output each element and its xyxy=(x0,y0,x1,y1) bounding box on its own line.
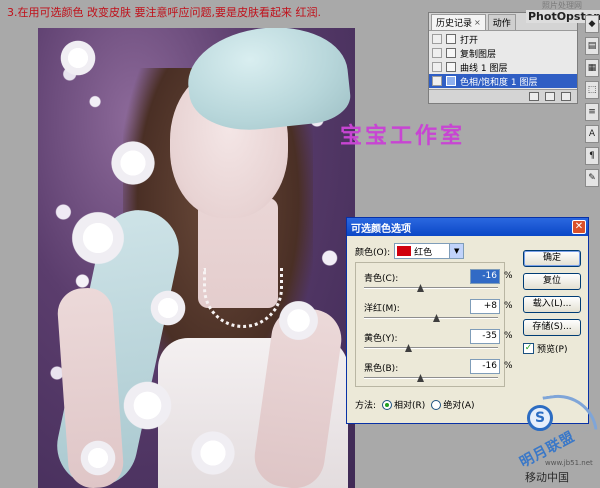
brushes-icon[interactable]: ✎ xyxy=(585,169,599,187)
snapshot-checkbox[interactable] xyxy=(432,48,442,58)
history-item-label: 色相/饱和度 1 图层 xyxy=(460,77,538,88)
snapshot-checkbox[interactable] xyxy=(432,62,442,72)
magenta-unit: % xyxy=(504,301,513,311)
photo-canvas[interactable] xyxy=(38,28,355,488)
history-item-label: 曲线 1 图层 xyxy=(460,63,508,74)
character-icon[interactable]: A xyxy=(585,125,599,143)
navigator-icon[interactable]: ◆ xyxy=(585,15,599,33)
method-relative-label: 相对(R) xyxy=(394,401,426,411)
trash-icon[interactable] xyxy=(561,92,571,101)
close-icon[interactable]: ✕ xyxy=(572,220,586,234)
cyan-label: 青色(C): xyxy=(364,274,399,284)
radio-unselected-icon[interactable] xyxy=(431,399,442,410)
preview-label: 预览(P) xyxy=(537,345,568,355)
tab-actions-label: 动作 xyxy=(492,19,511,29)
method-row: 方法: 相对(R) 绝对(A) xyxy=(355,398,475,411)
method-absolute-label: 绝对(A) xyxy=(443,401,475,411)
tab-actions[interactable]: 动作 xyxy=(487,14,516,30)
ok-button[interactable]: 确定 xyxy=(523,250,581,267)
cyan-slider-track[interactable] xyxy=(364,284,498,292)
history-item[interactable]: 复制图层 xyxy=(429,46,577,60)
method-relative-radio[interactable]: 相对(R) xyxy=(382,398,425,411)
history-item[interactable]: 打开 xyxy=(429,32,577,46)
blossom-cluster xyxy=(78,438,118,478)
color-dropdown[interactable]: 红色 ▼ xyxy=(394,243,465,259)
yellow-label: 黄色(Y): xyxy=(364,334,398,344)
styles-icon[interactable]: ⬚ xyxy=(585,81,599,99)
snapshot-checkbox[interactable] xyxy=(432,76,442,86)
blossom-cluster xyxy=(58,38,98,78)
studio-watermark: 宝宝工作室 xyxy=(340,124,466,149)
history-list: 打开 复制图层 曲线 1 图层 色相/饱和度 1 图层 xyxy=(429,31,577,88)
blossom-cluster xyxy=(188,428,238,478)
yellow-input[interactable]: -35 xyxy=(470,329,500,344)
black-input[interactable]: -16 xyxy=(470,359,500,374)
history-item[interactable]: 曲线 1 图层 xyxy=(429,60,577,74)
dialog-title: 可选颜色选项 xyxy=(351,223,411,235)
document-icon xyxy=(446,76,456,86)
dialog-buttons: 确定 复位 载入(L)... 存储(S)... ✓ 预览(P) xyxy=(523,250,581,355)
color-icon[interactable]: ▤ xyxy=(585,37,599,55)
blossom-cluster xyxy=(148,288,188,328)
cyan-input[interactable]: -16 xyxy=(470,269,500,284)
radio-selected-icon[interactable] xyxy=(382,399,393,410)
black-unit: % xyxy=(504,361,513,371)
reset-button[interactable]: 复位 xyxy=(523,273,581,290)
dialog-titlebar[interactable]: 可选颜色选项 ✕ xyxy=(347,218,588,236)
swatches-icon[interactable]: ▦ xyxy=(585,59,599,77)
tab-history[interactable]: 历史记录 × xyxy=(431,14,486,30)
magenta-slider-thumb[interactable] xyxy=(433,314,440,322)
blossom-cluster xyxy=(68,208,128,268)
tab-history-label: 历史记录 xyxy=(436,19,473,29)
paragraph-icon[interactable]: ¶ xyxy=(585,147,599,165)
history-item-label: 复制图层 xyxy=(460,49,497,60)
preview-checkbox[interactable]: ✓ xyxy=(523,343,534,354)
chevron-down-icon[interactable]: ▼ xyxy=(449,244,464,258)
method-label: 方法: xyxy=(355,401,377,411)
black-slider-thumb[interactable] xyxy=(417,374,424,382)
magenta-input[interactable]: +8 xyxy=(470,299,500,314)
brand-bottom-text: 移动中国 xyxy=(525,471,569,484)
cyan-slider-thumb[interactable] xyxy=(417,284,424,292)
black-slider-track[interactable] xyxy=(364,374,498,382)
brand-url: www.jb51.net xyxy=(545,459,593,467)
yellow-slider-track[interactable] xyxy=(364,344,498,352)
color-label: 颜色(O): xyxy=(355,247,391,258)
blossom-cluster xyxy=(276,298,321,343)
document-icon xyxy=(446,62,456,72)
camera-snapshot-icon[interactable] xyxy=(545,92,555,101)
history-panel: 历史记录 × 动作 打开 复制图层 曲线 1 图层 色相/饱和度 1 图层 xyxy=(428,12,578,104)
new-document-from-state-icon[interactable] xyxy=(529,92,539,101)
method-absolute-radio[interactable]: 绝对(A) xyxy=(431,398,475,411)
layers-icon[interactable]: ≡ xyxy=(585,103,599,121)
black-label: 黑色(B): xyxy=(364,364,399,374)
yellow-unit: % xyxy=(504,331,513,341)
document-icon xyxy=(446,48,456,58)
color-value: 红色 xyxy=(414,247,433,258)
magenta-slider-track[interactable] xyxy=(364,314,498,322)
preview-checkbox-row[interactable]: ✓ 预览(P) xyxy=(523,342,581,355)
magenta-label: 洋红(M): xyxy=(364,304,400,314)
blossom-cluster xyxy=(108,138,158,188)
save-button[interactable]: 存储(S)... xyxy=(523,319,581,336)
close-tab-icon[interactable]: × xyxy=(474,18,481,27)
color-swatch xyxy=(397,246,412,256)
right-panel-dock: ◆ ▤ ▦ ⬚ ≡ A ¶ ✎ xyxy=(585,15,600,200)
document-icon xyxy=(446,34,456,44)
yellow-slider-thumb[interactable] xyxy=(405,344,412,352)
blossom-cluster xyxy=(120,378,175,433)
load-button[interactable]: 载入(L)... xyxy=(523,296,581,313)
tutorial-instruction: 3.在用可选颜色 改变皮肤 要注意呼应问题,要是皮肤看起来 红润. xyxy=(7,6,321,19)
history-item-selected[interactable]: 色相/饱和度 1 图层 xyxy=(429,74,577,88)
brand-logo: S 明月联盟 www.jb51.net 移动中国 xyxy=(507,389,598,485)
history-item-label: 打开 xyxy=(460,35,479,46)
brand-circle-icon: S xyxy=(527,405,553,431)
history-panel-footer xyxy=(429,89,577,103)
slider-group: 青色(C): -16 % 洋红(M): +8 % 黄色(Y): -35 % 黑色… xyxy=(355,262,513,387)
color-select-row: 颜色(O): 红色 ▼ xyxy=(355,243,465,259)
cyan-unit: % xyxy=(504,271,513,281)
snapshot-checkbox[interactable] xyxy=(432,34,442,44)
